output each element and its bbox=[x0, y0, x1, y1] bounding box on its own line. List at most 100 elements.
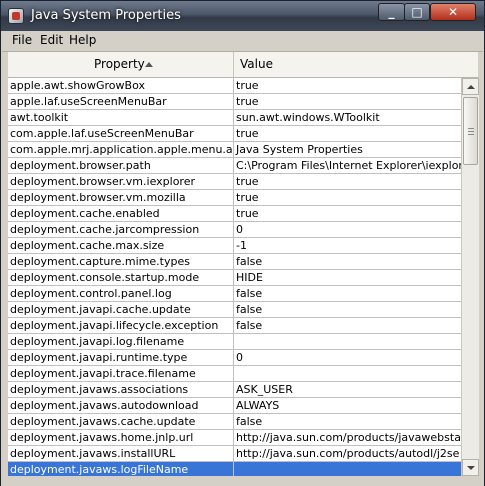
value-cell[interactable]: HIDE bbox=[234, 270, 461, 285]
table-row[interactable]: deployment.javaws.home.jnlp.url http://ja… bbox=[8, 430, 461, 446]
property-cell[interactable]: deployment.javaws.associations bbox=[8, 382, 234, 397]
property-cell[interactable]: deployment.javaws.installURL bbox=[8, 446, 234, 461]
property-cell[interactable]: deployment.cache.jarcompression bbox=[8, 222, 234, 237]
property-cell[interactable]: deployment.console.startup.mode bbox=[8, 270, 234, 285]
value-cell[interactable]: ALWAYS bbox=[234, 398, 461, 413]
table-row[interactable]: deployment.javapi.runtime.type 0 bbox=[8, 350, 461, 366]
table-row[interactable]: deployment.cache.jarcompression 0 bbox=[8, 222, 461, 238]
value-cell[interactable]: true bbox=[234, 94, 461, 109]
property-cell[interactable]: deployment.javapi.cache.update bbox=[8, 302, 234, 317]
column-header-property-label: Property bbox=[94, 57, 145, 71]
value-cell[interactable]: 0 bbox=[234, 350, 461, 365]
property-cell[interactable]: deployment.javapi.lifecycle.exception bbox=[8, 318, 234, 333]
value-cell[interactable]: false bbox=[234, 254, 461, 269]
value-cell[interactable] bbox=[234, 366, 461, 381]
value-cell[interactable]: false bbox=[234, 286, 461, 301]
table-row[interactable]: deployment.javapi.log.filename bbox=[8, 334, 461, 350]
property-cell[interactable]: deployment.browser.path bbox=[8, 158, 234, 173]
property-cell[interactable]: deployment.javapi.log.filename bbox=[8, 334, 234, 349]
property-cell[interactable]: deployment.browser.vm.iexplorer bbox=[8, 174, 234, 189]
table-row[interactable]: deployment.console.startup.mode HIDE bbox=[8, 270, 461, 286]
property-cell[interactable]: com.apple.laf.useScreenMenuBar bbox=[8, 126, 234, 141]
property-cell[interactable]: deployment.cache.enabled bbox=[8, 206, 234, 221]
property-cell[interactable]: apple.awt.showGrowBox bbox=[8, 78, 234, 93]
property-cell[interactable]: deployment.javapi.trace.filename bbox=[8, 366, 234, 381]
main-window: Java System Properties _ □ ✕ File Edit H… bbox=[0, 0, 485, 486]
table-row[interactable]: apple.laf.useScreenMenuBar true bbox=[8, 94, 461, 110]
title-bar[interactable]: Java System Properties _ □ ✕ bbox=[1, 1, 484, 31]
table-body: apple.awt.showGrowBox true apple.laf.useSc… bbox=[8, 78, 461, 476]
property-cell[interactable]: com.apple.mrj.application.apple.menu.abo… bbox=[8, 142, 234, 157]
table-row[interactable]: apple.awt.showGrowBox true bbox=[8, 78, 461, 94]
value-cell[interactable]: true bbox=[234, 174, 461, 189]
table-row[interactable]: deployment.control.panel.log false bbox=[8, 286, 461, 302]
value-cell[interactable]: false bbox=[234, 302, 461, 317]
table-row[interactable]: deployment.javapi.cache.update false bbox=[8, 302, 461, 318]
value-cell[interactable]: true bbox=[234, 206, 461, 221]
value-cell[interactable]: C:\Program Files\Internet Explorer\iexpl… bbox=[234, 158, 461, 173]
value-cell[interactable]: ASK_USER bbox=[234, 382, 461, 397]
menu-file[interactable]: File bbox=[12, 33, 32, 47]
table-row[interactable]: deployment.javapi.trace.filename bbox=[8, 366, 461, 382]
grip-line bbox=[468, 134, 474, 135]
close-icon: ✕ bbox=[447, 5, 459, 19]
property-cell[interactable]: deployment.javaws.cache.update bbox=[8, 414, 234, 429]
vertical-scrollbar[interactable] bbox=[461, 78, 479, 476]
column-header-value[interactable]: Value bbox=[234, 52, 461, 77]
table-row[interactable]: deployment.javaws.associations ASK_USER bbox=[8, 382, 461, 398]
property-cell[interactable]: deployment.javaws.autodownload bbox=[8, 398, 234, 413]
table-row[interactable]: deployment.cache.max.size -1 bbox=[8, 238, 461, 254]
menu-help[interactable]: Help bbox=[69, 33, 96, 47]
property-cell[interactable]: deployment.javaws.logFileName bbox=[8, 462, 234, 476]
table-row[interactable]: deployment.javapi.lifecycle.exception fal… bbox=[8, 318, 461, 334]
scroll-thumb[interactable] bbox=[463, 97, 478, 165]
property-cell[interactable]: apple.laf.useScreenMenuBar bbox=[8, 94, 234, 109]
table-row[interactable]: deployment.browser.path C:\Program Files\… bbox=[8, 158, 461, 174]
property-cell[interactable]: deployment.browser.vm.mozilla bbox=[8, 190, 234, 205]
column-header-property[interactable]: Property bbox=[8, 52, 234, 77]
maximize-button[interactable]: □ bbox=[404, 3, 430, 21]
maximize-icon: □ bbox=[411, 5, 423, 19]
value-cell[interactable]: 0 bbox=[234, 222, 461, 237]
value-cell[interactable]: http://java.sun.com/products/autodl/j2se bbox=[234, 446, 461, 461]
menu-edit[interactable]: Edit bbox=[40, 33, 63, 47]
property-cell[interactable]: deployment.control.panel.log bbox=[8, 286, 234, 301]
value-cell[interactable]: -1 bbox=[234, 238, 461, 253]
value-cell[interactable]: true bbox=[234, 190, 461, 205]
table-row[interactable]: deployment.cache.enabled true bbox=[8, 206, 461, 222]
sort-ascending-icon bbox=[145, 62, 153, 67]
value-cell[interactable]: true bbox=[234, 78, 461, 93]
value-cell[interactable] bbox=[234, 334, 461, 349]
table-row[interactable]: deployment.browser.vm.mozilla true bbox=[8, 190, 461, 206]
property-cell[interactable]: deployment.cache.max.size bbox=[8, 238, 234, 253]
table-row[interactable]: deployment.javaws.logFileName bbox=[8, 462, 461, 476]
value-cell[interactable]: false bbox=[234, 318, 461, 333]
table-row[interactable]: com.apple.mrj.application.apple.menu.abo… bbox=[8, 142, 461, 158]
scroll-up-button[interactable] bbox=[462, 78, 479, 95]
table-row[interactable]: awt.toolkit sun.awt.windows.WToolkit bbox=[8, 110, 461, 126]
table-row[interactable]: deployment.javaws.cache.update false bbox=[8, 414, 461, 430]
column-header-value-label: Value bbox=[240, 57, 273, 71]
value-cell[interactable]: false bbox=[234, 414, 461, 429]
value-cell[interactable]: Java System Properties bbox=[234, 142, 461, 157]
value-cell[interactable]: http://java.sun.com/products/javawebstar… bbox=[234, 430, 461, 445]
grip-line bbox=[468, 131, 474, 132]
value-cell[interactable]: sun.awt.windows.WToolkit bbox=[234, 110, 461, 125]
table-row[interactable]: deployment.javaws.installURL http://java.… bbox=[8, 446, 461, 462]
property-cell[interactable]: awt.toolkit bbox=[8, 110, 234, 125]
table-row[interactable]: deployment.javaws.autodownload ALWAYS bbox=[8, 398, 461, 414]
scroll-down-button[interactable] bbox=[462, 459, 479, 476]
value-cell[interactable]: true bbox=[234, 126, 461, 141]
property-cell[interactable]: deployment.capture.mime.types bbox=[8, 254, 234, 269]
property-cell[interactable]: deployment.javapi.runtime.type bbox=[8, 350, 234, 365]
property-cell[interactable]: deployment.javaws.home.jnlp.url bbox=[8, 430, 234, 445]
window-bottom-border bbox=[1, 476, 484, 486]
value-cell[interactable] bbox=[234, 462, 461, 476]
table-row[interactable]: deployment.browser.vm.iexplorer true bbox=[8, 174, 461, 190]
properties-table: Property Value apple.awt.showGrowBox true… bbox=[8, 52, 461, 476]
minimize-button[interactable]: _ bbox=[378, 3, 405, 21]
table-row[interactable]: com.apple.laf.useScreenMenuBar true bbox=[8, 126, 461, 142]
close-button[interactable]: ✕ bbox=[430, 3, 476, 21]
menu-bar: File Edit Help bbox=[2, 31, 483, 52]
table-row[interactable]: deployment.capture.mime.types false bbox=[8, 254, 461, 270]
